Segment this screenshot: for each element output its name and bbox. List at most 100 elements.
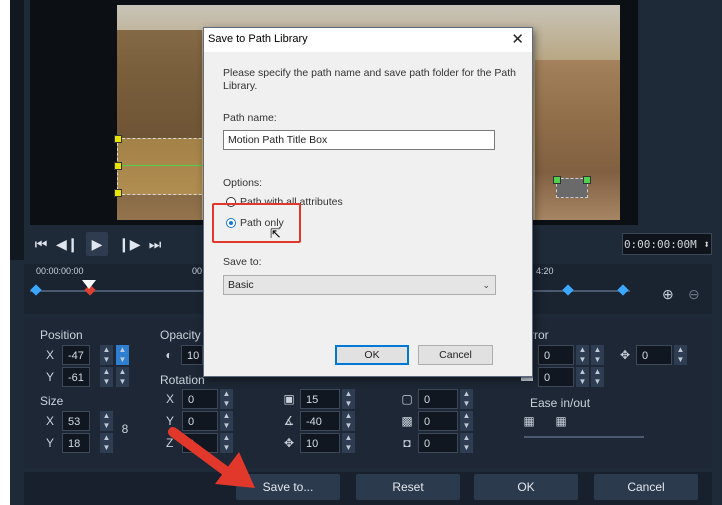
mouse-cursor-icon: ⇱ [270, 226, 281, 241]
ease-label: Ease in/out [530, 396, 591, 410]
save-to-label: Save to: [223, 256, 262, 268]
size-x-input[interactable]: 53 [62, 411, 90, 431]
col3-value-2[interactable]: -40 [300, 411, 340, 431]
close-icon[interactable]: ✕ [511, 30, 524, 48]
mirror-keyframe-icon[interactable]: ▲ ▼ [591, 345, 604, 365]
border-size-icon: ▣ [283, 392, 295, 406]
play-button[interactable]: ▶ [86, 232, 108, 256]
col4-value-2[interactable]: 0 [418, 411, 458, 431]
annotation-highlight-box [212, 203, 301, 243]
save-to-dropdown[interactable]: Basic ⌄ [223, 275, 496, 295]
axis-x-label: X [46, 414, 55, 428]
resize-handle[interactable] [114, 162, 122, 170]
square-dot-icon: ◘ [403, 436, 411, 450]
rotation-label: Rotation [160, 373, 205, 387]
size-y-input[interactable]: 18 [62, 433, 90, 453]
col3-spinner-1[interactable]: ▲ ▼ [342, 389, 355, 409]
dialog-cancel-button[interactable]: Cancel [418, 345, 493, 365]
timecode-suffix: M [690, 238, 697, 251]
mirror-spinner-3[interactable]: ▲ ▼ [576, 367, 589, 387]
position-y-input[interactable]: -61 [62, 367, 90, 387]
path-name-label: Path name: [223, 112, 277, 124]
path-handle[interactable] [553, 176, 561, 184]
col4-spinner-3[interactable]: ▲ ▼ [460, 433, 473, 453]
mirror-spinner-1[interactable]: ▲ ▼ [576, 345, 589, 365]
annotation-arrow-icon [168, 427, 255, 488]
save-to-value: Basic [228, 279, 254, 291]
size-label: Size [40, 394, 64, 408]
mirror-value-1[interactable]: 0 [538, 345, 574, 365]
opacity-icon: ◐ [165, 348, 173, 362]
timeline-end-time: 4:20 [536, 266, 554, 276]
position-y-keyframe-icon[interactable]: ▲ ▼ [116, 367, 129, 387]
mirror-value-3[interactable]: 0 [538, 367, 574, 387]
col4-value-1[interactable]: 0 [418, 389, 458, 409]
go-to-start-icon[interactable]: ⏮ [30, 232, 52, 256]
resize-handle[interactable] [114, 189, 122, 197]
axis-x-label: X [46, 348, 55, 362]
dialog-description: Please specify the path name and save pa… [223, 67, 517, 92]
angle-icon: ∡ [283, 414, 295, 428]
col4-spinner-1[interactable]: ▲ ▼ [460, 389, 473, 409]
col3-value-1[interactable]: 15 [300, 389, 340, 409]
axis-x-label: X [166, 392, 175, 406]
mirror-value-2[interactable]: 0 [636, 345, 672, 365]
keyframe-marker[interactable] [30, 284, 42, 296]
left-strip [10, 0, 24, 260]
keyframe-marker[interactable] [617, 284, 629, 296]
save-to-path-library-dialog: Save to Path Library ✕ Please specify th… [203, 27, 533, 377]
position-y-spinner[interactable]: ▲ ▼ [100, 367, 113, 387]
mirror-keyframe-icon[interactable]: ▲ ▼ [591, 367, 604, 387]
col3-spinner-2[interactable]: ▲ ▼ [342, 411, 355, 431]
chevron-down-icon: ⌄ [482, 280, 490, 290]
opacity-input[interactable]: 10 [181, 345, 203, 365]
size-y-spinner[interactable]: ▲ ▼ [100, 433, 113, 453]
path-name-input[interactable]: Motion Path Title Box [223, 130, 495, 150]
next-frame-icon[interactable]: ❙▶ [118, 232, 141, 256]
move-icon: ✥ [283, 436, 295, 450]
options-label: Options: [223, 177, 263, 189]
col3-value-3[interactable]: 10 [300, 433, 340, 453]
timecode-display[interactable]: 0:00:00:00M ⬍ [622, 233, 712, 255]
resize-handle[interactable] [114, 135, 122, 143]
ease-slider[interactable] [524, 436, 644, 438]
position-x-keyframe-icon[interactable]: ▲ ▼ [116, 345, 129, 365]
link-aspect-icon[interactable]: 8 [118, 422, 132, 436]
timeline-mid-time: 00 [192, 266, 203, 276]
col3-spinner-3[interactable]: ▲ ▼ [342, 433, 355, 453]
playhead-icon[interactable] [82, 280, 96, 289]
cancel-button[interactable]: Cancel [594, 474, 698, 500]
position-x-spinner[interactable]: ▲ ▼ [100, 345, 113, 365]
rotation-x-input[interactable]: 0 [182, 389, 218, 409]
dialog-title: Save to Path Library [208, 33, 308, 45]
timeline-start-time: 00:00:00:00 [36, 266, 84, 276]
rotation-x-spinner[interactable]: ▲ ▼ [220, 389, 233, 409]
dialog-titlebar: Save to Path Library ✕ [204, 28, 532, 52]
position-x-input[interactable]: -47 [62, 345, 90, 365]
mirror-spinner-2[interactable]: ▲ ▼ [674, 345, 687, 365]
move-icon: ✥ [619, 348, 631, 362]
motion-path-line [117, 165, 210, 166]
go-to-end-icon[interactable]: ⏭ [144, 232, 166, 256]
page-margin [0, 0, 10, 505]
title-box-overlay[interactable] [117, 138, 212, 195]
col4-value-3[interactable]: 0 [418, 433, 458, 453]
reset-button[interactable]: Reset [356, 474, 460, 500]
timecode-value: 0:00:00:00 [623, 238, 691, 251]
keyframe-marker[interactable] [562, 284, 574, 296]
ok-button[interactable]: OK [474, 474, 578, 500]
path-handle[interactable] [583, 176, 591, 184]
position-label: Position [40, 328, 83, 342]
square-icon: ▢ [401, 392, 413, 406]
ease-in-icon[interactable]: ▦ [522, 414, 536, 428]
opacity-label: Opacity [160, 328, 201, 342]
size-x-spinner[interactable]: ▲ ▼ [100, 411, 113, 431]
square-fill-icon: ▩ [401, 414, 413, 428]
ease-out-icon[interactable]: ▦ [554, 414, 568, 428]
zoom-in-icon[interactable]: ⊕ [662, 286, 674, 303]
dialog-ok-button[interactable]: OK [335, 345, 409, 365]
previous-frame-icon[interactable]: ◀❙ [56, 232, 79, 256]
axis-y-label: Y [46, 370, 55, 384]
col4-spinner-2[interactable]: ▲ ▼ [460, 411, 473, 431]
zoom-out-icon[interactable]: ⊖ [688, 286, 700, 303]
